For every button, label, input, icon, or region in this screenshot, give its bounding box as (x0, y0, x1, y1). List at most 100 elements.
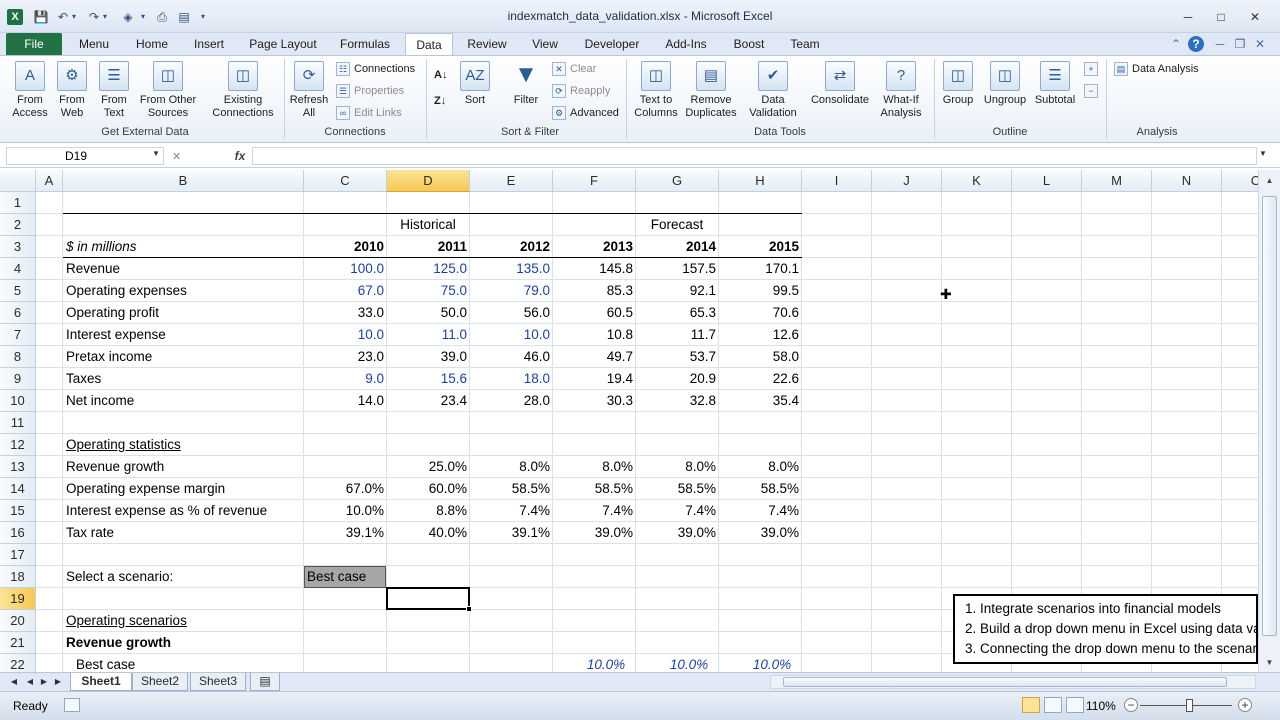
stat-value-cell[interactable]: 40.0% (387, 522, 470, 544)
row-header[interactable]: 15 (0, 500, 36, 522)
row-header[interactable]: 3 (0, 236, 36, 258)
income-value-cell[interactable]: 22.6 (719, 368, 802, 390)
what-if-analysis-button[interactable]: ? What-If Analysis (874, 59, 928, 127)
column-header[interactable]: L (1012, 170, 1082, 192)
income-value-cell[interactable]: 79.0 (470, 280, 553, 302)
stat-value-cell[interactable]: 67.0% (304, 478, 387, 500)
income-value-cell[interactable]: 10.0 (304, 324, 387, 346)
income-value-cell[interactable]: 125.0 (387, 258, 470, 280)
stat-value-cell[interactable]: 8.0% (719, 456, 802, 478)
stat-value-cell[interactable]: 39.1% (470, 522, 553, 544)
income-value-cell[interactable]: 35.4 (719, 390, 802, 412)
column-header[interactable]: D (387, 170, 470, 192)
income-row-label[interactable]: Operating profit (66, 302, 302, 324)
income-row-label[interactable]: Interest expense (66, 324, 302, 346)
filter-button[interactable]: ▼ Filter (506, 59, 546, 127)
page-layout-view-button[interactable] (1044, 697, 1062, 713)
connections-button[interactable]: ☷ Connections (336, 60, 415, 78)
stat-value-cell[interactable]: 58.5% (719, 478, 802, 500)
best-case-label[interactable]: Best case (76, 654, 302, 672)
income-value-cell[interactable]: 70.6 (719, 302, 802, 324)
row-header[interactable]: 18 (0, 566, 36, 588)
group-button[interactable]: ◫ Group (938, 59, 978, 127)
income-value-cell[interactable]: 49.7 (553, 346, 636, 368)
column-header[interactable]: J (872, 170, 942, 192)
from-other-sources-button[interactable]: ◫ From Other Sources (136, 59, 200, 127)
stat-value-cell[interactable]: 10.0% (304, 500, 387, 522)
row-header[interactable]: 5 (0, 280, 36, 302)
column-header[interactable]: I (802, 170, 872, 192)
income-value-cell[interactable]: 92.1 (636, 280, 719, 302)
stat-value-cell[interactable]: 39.1% (304, 522, 387, 544)
tab-add-ins[interactable]: Add-Ins (656, 33, 716, 55)
year-header[interactable]: 2014 (636, 236, 719, 258)
income-value-cell[interactable]: 30.3 (553, 390, 636, 412)
operating-scenarios-header[interactable]: Operating scenarios (66, 610, 302, 632)
expand-formula-bar-icon[interactable]: ▼ (1259, 149, 1267, 158)
stat-value-cell[interactable]: 60.0% (387, 478, 470, 500)
income-value-cell[interactable]: 9.0 (304, 368, 387, 390)
row-header[interactable]: 7 (0, 324, 36, 346)
select-all-corner[interactable] (0, 170, 36, 192)
tab-file[interactable]: File (6, 33, 62, 55)
income-row-label[interactable]: Revenue (66, 258, 302, 280)
income-value-cell[interactable]: 145.8 (553, 258, 636, 280)
income-value-cell[interactable]: 20.9 (636, 368, 719, 390)
column-header[interactable]: F (553, 170, 636, 192)
from-web-button[interactable]: ⚙ From Web (52, 59, 92, 127)
refresh-all-button[interactable]: ⟳ Refresh All (288, 59, 330, 127)
income-value-cell[interactable]: 10.8 (553, 324, 636, 346)
stat-value-cell[interactable]: 58.5% (553, 478, 636, 500)
income-value-cell[interactable]: 157.5 (636, 258, 719, 280)
income-value-cell[interactable]: 99.5 (719, 280, 802, 302)
column-header[interactable]: H (719, 170, 802, 192)
stat-value-cell[interactable]: 8.0% (553, 456, 636, 478)
stat-value-cell[interactable]: 7.4% (470, 500, 553, 522)
workbook-minimize-icon[interactable]: ─ (1212, 36, 1228, 52)
sort-button[interactable]: AZ Sort (458, 59, 492, 127)
reapply-button[interactable]: ⟳ Reapply (552, 82, 610, 100)
income-value-cell[interactable]: 32.8 (636, 390, 719, 412)
row-header[interactable]: 6 (0, 302, 36, 324)
income-value-cell[interactable]: 33.0 (304, 302, 387, 324)
subtotal-button[interactable]: ☰ Subtotal (1032, 59, 1078, 127)
income-value-cell[interactable]: 23.4 (387, 390, 470, 412)
stat-value-cell[interactable]: 7.4% (719, 500, 802, 522)
tab-data[interactable]: Data (405, 33, 453, 55)
insert-function-icon[interactable]: fx (230, 146, 250, 166)
income-value-cell[interactable]: 39.0 (387, 346, 470, 368)
horizontal-scrollbar[interactable] (770, 675, 1256, 689)
forecast-header[interactable]: Forecast (552, 214, 802, 236)
tab-menu[interactable]: Menu (70, 33, 118, 55)
name-box-dropdown-icon[interactable]: ▼ (152, 149, 160, 158)
income-value-cell[interactable]: 19.4 (553, 368, 636, 390)
income-value-cell[interactable]: 100.0 (304, 258, 387, 280)
income-row-label[interactable]: Operating expenses (66, 280, 302, 302)
stat-value-cell[interactable]: 8.0% (636, 456, 719, 478)
stat-value-cell[interactable]: 39.0% (553, 522, 636, 544)
best-case-2015[interactable]: 10.0% (719, 654, 825, 672)
clear-filter-button[interactable]: ✕ Clear (552, 60, 596, 78)
column-header[interactable]: K (942, 170, 1012, 192)
ungroup-button[interactable]: ◫ Ungroup (980, 59, 1030, 127)
tab-developer[interactable]: Developer (578, 33, 646, 55)
income-value-cell[interactable]: 14.0 (304, 390, 387, 412)
stat-value-cell[interactable] (304, 456, 387, 478)
row-header[interactable]: 21 (0, 632, 36, 654)
row-header[interactable]: 9 (0, 368, 36, 390)
scroll-down-icon[interactable]: ▼ (1262, 656, 1277, 670)
income-value-cell[interactable]: 11.0 (387, 324, 470, 346)
revenue-growth-header[interactable]: Revenue growth (66, 632, 302, 654)
stat-value-cell[interactable]: 58.5% (636, 478, 719, 500)
vertical-scrollbar[interactable]: ▲ ▼ (1258, 170, 1280, 672)
row-header[interactable]: 12 (0, 434, 36, 456)
year-header[interactable]: 2011 (387, 236, 470, 258)
income-value-cell[interactable]: 53.7 (636, 346, 719, 368)
stat-value-cell[interactable]: 7.4% (636, 500, 719, 522)
row-header[interactable]: 4 (0, 258, 36, 280)
operating-statistics-header[interactable]: Operating statistics (66, 434, 302, 456)
consolidate-button[interactable]: ⇄ Consolidate (806, 59, 874, 127)
stat-value-cell[interactable]: 58.5% (470, 478, 553, 500)
properties-button[interactable]: ☰ Properties (336, 82, 404, 100)
income-row-label[interactable]: Taxes (66, 368, 302, 390)
